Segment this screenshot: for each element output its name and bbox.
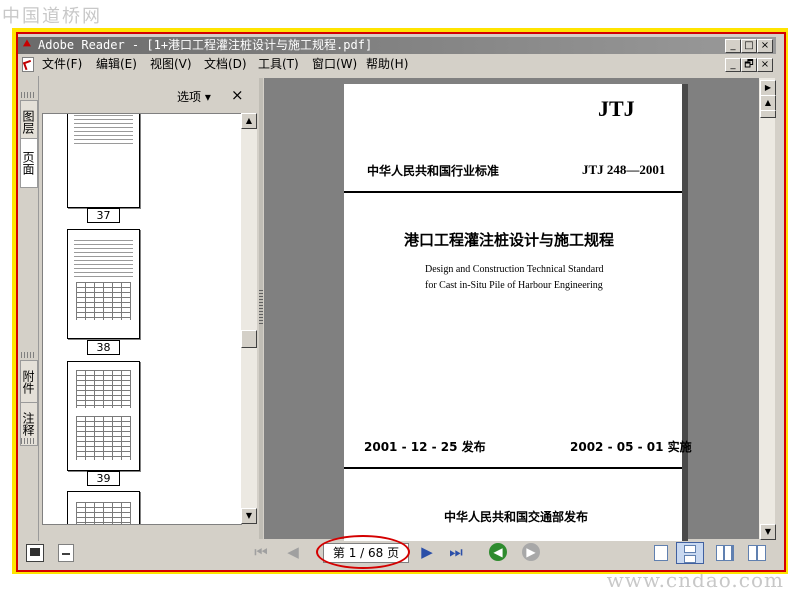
scroll-down-button[interactable]: ▼ [760,524,776,540]
maximize-button[interactable]: □ [741,39,757,53]
doc-restore-button[interactable]: 🗗 [741,58,757,72]
standard-number: JTJ 248—2001 [582,162,666,177]
panel-close-button[interactable]: × [231,86,244,104]
page-thumbnail-39[interactable] [67,361,140,471]
first-page-icon[interactable]: ⏮ [252,543,270,561]
thumbnail-label: 39 [87,471,120,486]
document-title-cn: 港口工程灌注桩设计与施工规程 [404,231,615,249]
continuous-facing-view-icon[interactable] [716,545,734,561]
tab-grip [21,352,35,358]
footer-rule [344,467,682,469]
thumbnail-label: 38 [87,340,120,355]
document-icon[interactable] [22,57,34,72]
scroll-up-arrow-icon[interactable]: ▶ [760,80,776,96]
tab-grip [21,438,35,444]
document-title-en-1: Design and Construction Technical Standa… [425,264,604,275]
menu-document[interactable]: 文档(D) [204,56,247,72]
window-title: Adobe Reader - [1+港口工程灌注桩设计与施工规程.pdf] [38,38,373,52]
single-page-view-icon[interactable] [654,545,668,561]
menu-file[interactable]: 文件(F) [42,56,82,72]
page-size-icon[interactable] [58,544,74,562]
tab-pages[interactable]: 页面 [20,138,38,188]
options-menu-button[interactable]: 选项 ▾ [177,88,211,105]
page-indicator-highlight [316,535,410,569]
page-thumbnail-37[interactable] [67,114,140,208]
watermark-top: 中国道桥网 [2,6,102,27]
header-rule [344,191,682,193]
close-button[interactable]: × [757,39,773,53]
tab-grip [21,92,35,98]
next-page-icon[interactable]: ▶ [418,543,436,561]
go-back-icon[interactable]: ◀ [489,543,507,561]
facing-view-icon[interactable] [748,545,766,561]
page-thumbnail-40[interactable] [67,491,140,524]
adobe-reader-logo-icon: ⯅ [21,37,33,52]
pdf-page [344,84,682,544]
menu-tools[interactable]: 工具(T) [258,56,299,72]
thumbnail-label: 37 [87,208,120,223]
menu-edit[interactable]: 编辑(E) [96,56,137,72]
tab-attachments[interactable]: 附件 [20,360,38,404]
last-page-icon[interactable]: ⏭ [446,543,466,561]
header-code: JTJ [598,96,635,121]
page-thumbnail-38[interactable] [67,229,140,339]
scroll-up-button[interactable]: ▲ [241,113,257,129]
panel-toggle-icon[interactable] [26,544,44,562]
doc-minimize-button[interactable]: _ [725,58,741,72]
document-title-en-2: for Cast in-Situ Pile of Harbour Enginee… [425,280,603,291]
scroll-up-button[interactable]: ▲ [760,95,776,111]
thumbnail-list[interactable]: 37 38 39 [42,113,242,525]
menu-help[interactable]: 帮助(H) [366,56,408,72]
page-shadow [682,84,688,544]
scroll-down-button[interactable]: ▼ [241,508,257,524]
document-scrollbar[interactable] [759,78,775,539]
menu-view[interactable]: 视图(V) [150,56,192,72]
issuer-line: 中华人民共和国行业标准 [367,164,500,178]
previous-page-icon[interactable]: ◀ [284,543,302,561]
effective-date: 2002 - 05 - 01 实施 [570,440,692,454]
doc-close-button[interactable]: × [757,58,773,72]
splitter-grip[interactable] [259,290,263,326]
go-forward-icon[interactable]: ▶ [522,543,540,561]
publisher-line: 中华人民共和国交通部发布 [444,510,589,524]
continuous-view-icon[interactable] [676,542,704,564]
scroll-thumb[interactable] [760,110,776,118]
issue-date: 2001 - 12 - 25 发布 [364,440,486,454]
minimize-button[interactable]: _ [725,39,741,53]
menu-window[interactable]: 窗口(W) [312,56,357,72]
thumbnail-scrollbar[interactable] [241,113,257,524]
scroll-thumb[interactable] [241,330,257,348]
